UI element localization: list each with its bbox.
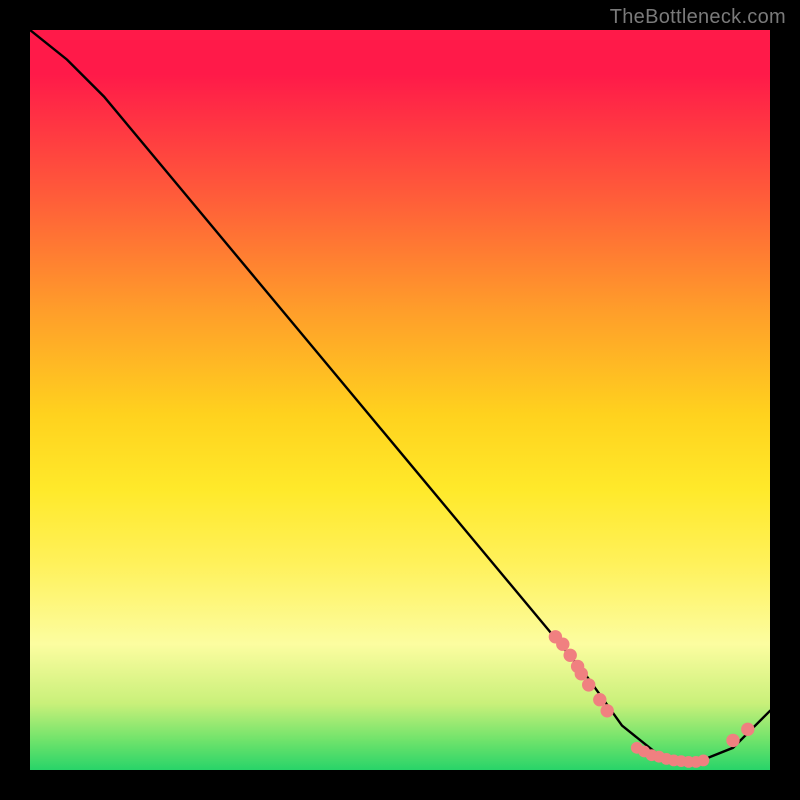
data-point [741, 723, 754, 736]
data-markers [549, 630, 755, 768]
data-point [726, 734, 739, 747]
chart-overlay [30, 30, 770, 770]
data-point [582, 678, 595, 691]
chart-frame: TheBottleneck.com [0, 0, 800, 800]
data-point [698, 755, 710, 767]
watermark-text: TheBottleneck.com [610, 6, 786, 29]
bottleneck-curve [30, 30, 770, 763]
data-point [564, 649, 577, 662]
data-point [601, 704, 614, 717]
plot-area [30, 30, 770, 770]
data-point [593, 693, 606, 706]
data-point [556, 638, 569, 651]
data-point [575, 667, 588, 680]
